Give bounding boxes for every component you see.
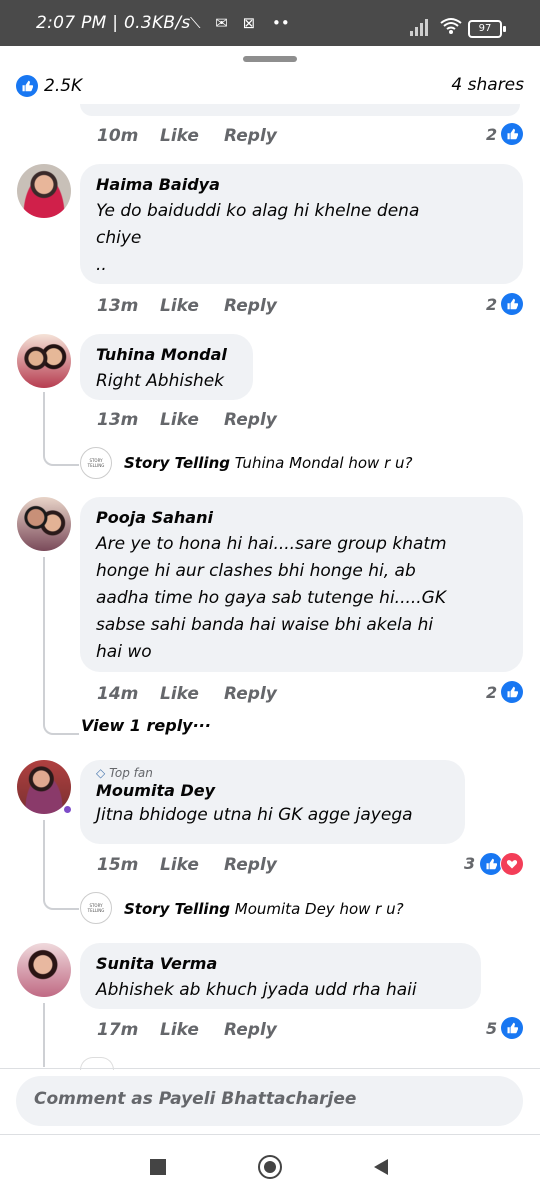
reply-thread-line: [43, 392, 79, 466]
comment-reaction-count[interactable]: 2: [486, 125, 497, 144]
comment-bubble: Haima Baidya Ye do baiduddi ko alag hi k…: [80, 164, 523, 284]
top-fan-label: Top fan: [109, 766, 153, 780]
like-reaction-icon: [501, 293, 523, 315]
comment-time: 14m: [97, 684, 139, 704]
signal-icon: [410, 18, 434, 36]
reply-link[interactable]: Reply: [224, 855, 277, 875]
avatar-story-badge: [62, 804, 73, 815]
top-fan-badge: ◇ Top fan: [96, 766, 449, 780]
reply-text: Moumita Dey how r u?: [234, 900, 404, 918]
comment-text-line: ..: [96, 255, 107, 275]
comment-text-line: honge hi aur clashes bhi honge hi, ab: [96, 561, 416, 581]
like-link[interactable]: Like: [160, 855, 199, 875]
comment-text-line: Abhishek ab khuch jyada udd rha haii: [96, 980, 417, 1000]
comment-reaction-count[interactable]: 2: [486, 295, 497, 314]
comment-bubble: Pooja Sahani Are ye to hona hi hai....sa…: [80, 497, 523, 672]
comment-meta: 15m Like Reply: [97, 855, 397, 877]
system-navigation-bar: [0, 1135, 540, 1199]
commenter-name[interactable]: Tuhina Mondal: [96, 342, 237, 368]
comment-text-line: chiye: [96, 228, 142, 248]
avatar[interactable]: [17, 334, 71, 388]
comment-bubble: Tuhina Mondal Right Abhishek: [80, 334, 253, 400]
app-icon: ⊠: [242, 14, 256, 32]
mail-icon: ✉: [215, 14, 228, 32]
previous-comment-bubble-bottom: [80, 104, 520, 116]
comment-text-line: Right Abhishek: [96, 371, 225, 391]
heart-reaction-icon: [500, 852, 524, 876]
commenter-name[interactable]: Haima Baidya: [96, 172, 507, 198]
reply-thread-line: [43, 820, 79, 910]
reply-link[interactable]: Reply: [224, 1020, 277, 1040]
comment-time: 13m: [97, 296, 139, 316]
reply-link[interactable]: Reply: [224, 296, 277, 316]
view-replies-link[interactable]: View 1 reply···: [81, 716, 211, 735]
comment-text-line: Ye do baiduddi ko alag hi khelne dena: [96, 201, 420, 221]
reply-author: Story Telling: [124, 900, 230, 918]
avatar[interactable]: [17, 497, 71, 551]
reply-text: Tuhina Mondal how r u?: [234, 454, 413, 472]
reply-link[interactable]: Reply: [224, 684, 277, 704]
comment-input[interactable]: Comment as Payeli Bhattacharjee: [16, 1076, 523, 1126]
comment-text-line: Jitna bhidoge utna hi GK agge jayega: [96, 805, 413, 825]
commenter-name[interactable]: Sunita Verma: [96, 951, 465, 977]
status-bar: 2:07 PM | 0.3KB/s ⟍ ✉ ⊠ •• 97: [0, 0, 540, 46]
comment-time: 10m: [97, 126, 139, 146]
comment-meta: 14m Like Reply: [97, 684, 397, 706]
like-link[interactable]: Like: [160, 126, 199, 146]
comment-meta: 17m Like Reply: [97, 1020, 397, 1042]
like-reaction-icon: [501, 123, 523, 145]
comment-bubble: Sunita Verma Abhishek ab khuch jyada udd…: [80, 943, 481, 1009]
story-telling-avatar[interactable]: STORY TELLING: [80, 892, 112, 924]
reply-link[interactable]: Reply: [224, 410, 277, 430]
comment-reaction-count[interactable]: 2: [486, 683, 497, 702]
more-dots-icon: ••: [272, 14, 290, 32]
reply-link[interactable]: Reply: [224, 126, 277, 146]
comment-meta: 13m Like Reply: [97, 296, 397, 318]
avatar[interactable]: [17, 164, 71, 218]
battery-icon: 97: [468, 20, 506, 38]
status-time: 2:07 PM | 0.3KB/s: [36, 13, 191, 33]
reply-preview[interactable]: Story Telling Tuhina Mondal how r u?: [124, 454, 412, 472]
comment-time: 13m: [97, 410, 139, 430]
comment-text-line: hai wo: [96, 642, 152, 662]
comment-text-line: aadha time ho gaya sab tutenge hi.....GK: [96, 588, 447, 608]
divider: [0, 1068, 540, 1069]
recent-apps-icon[interactable]: [150, 1159, 166, 1175]
like-reaction-icon: [501, 1017, 523, 1039]
diamond-icon: ◇: [96, 766, 106, 780]
data-saver-icon: ⟍: [190, 14, 201, 32]
like-link[interactable]: Like: [160, 1020, 199, 1040]
shares-count[interactable]: 4 shares: [451, 75, 524, 95]
comment-text-line: Are ye to hona hi hai....sare group khat…: [96, 534, 447, 554]
status-notification-icons: ⟍ ✉ ⊠ ••: [190, 14, 290, 32]
like-reaction-icon: [501, 681, 523, 703]
reply-thread-line: [43, 1003, 45, 1067]
reply-author: Story Telling: [124, 454, 230, 472]
story-telling-avatar[interactable]: STORY TELLING: [80, 447, 112, 479]
comment-text-line: sabse sahi banda hai waise bhi akela hi: [96, 615, 434, 635]
comment-reaction-count[interactable]: 5: [486, 1019, 497, 1038]
comment-time: 15m: [97, 855, 139, 875]
comment-time: 17m: [97, 1020, 139, 1040]
like-link[interactable]: Like: [160, 296, 199, 316]
commenter-name[interactable]: Moumita Dey: [96, 780, 449, 802]
reaction-count[interactable]: 2.5K: [44, 76, 82, 96]
drag-handle[interactable]: [243, 56, 297, 62]
comment-reaction-count[interactable]: 3: [464, 854, 475, 873]
comment-bubble: ◇ Top fan Moumita Dey Jitna bhidoge utna…: [80, 760, 465, 844]
comment-meta: 10m Like Reply: [97, 126, 397, 148]
home-icon[interactable]: [258, 1155, 282, 1179]
like-link[interactable]: Like: [160, 684, 199, 704]
back-icon[interactable]: [372, 1158, 390, 1180]
like-reaction-icon: [16, 75, 38, 97]
reply-preview[interactable]: Story Telling Moumita Dey how r u?: [124, 900, 404, 918]
wifi-icon: [440, 17, 462, 39]
reply-thread-line: [43, 557, 79, 735]
avatar[interactable]: [17, 943, 71, 997]
comment-meta: 13m Like Reply: [97, 410, 397, 432]
commenter-name[interactable]: Pooja Sahani: [96, 505, 507, 531]
like-link[interactable]: Like: [160, 410, 199, 430]
